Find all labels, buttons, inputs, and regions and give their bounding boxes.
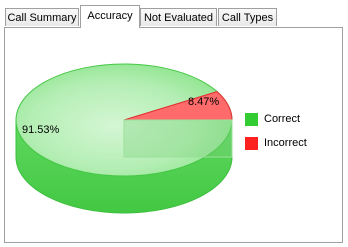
legend-swatch-incorrect [245,137,258,150]
slice-label-correct: 91.53% [22,124,60,136]
tab-strip: Call Summary Accuracy Not Evaluated Call… [2,0,346,28]
legend-swatch-correct [245,113,258,126]
accuracy-window: Call Summary Accuracy Not Evaluated Call… [0,0,348,247]
chart-panel: 91.53% 8.47% Correct Incorrect [4,27,343,243]
legend-label-incorrect: Incorrect [264,137,307,149]
tab-call-types[interactable]: Call Types [218,8,277,26]
legend-label-correct: Correct [264,113,301,125]
tab-accuracy[interactable]: Accuracy [80,5,140,28]
tab-call-summary[interactable]: Call Summary [5,8,79,26]
slice-label-incorrect: 8.47% [188,96,220,108]
tab-not-evaluated[interactable]: Not Evaluated [140,8,217,26]
pie-slice-edge [123,119,233,158]
